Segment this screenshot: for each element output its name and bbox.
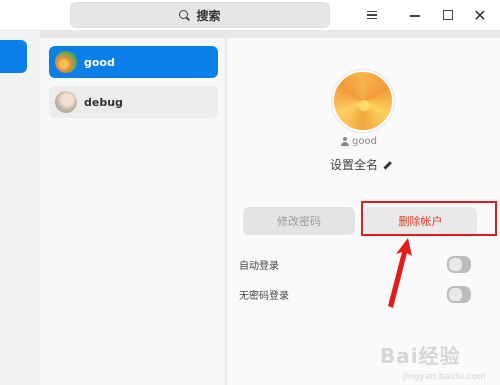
account-name: good: [352, 136, 377, 147]
watermark-sub: jingyan.baidu.com: [403, 372, 487, 382]
auto-login-toggle[interactable]: [447, 255, 471, 273]
red-arrow-annotation: [388, 238, 412, 308]
search-box[interactable]: 搜索: [70, 2, 330, 28]
highlight-box: [361, 201, 497, 236]
user-item-good[interactable]: good: [49, 46, 218, 78]
titlebar: 搜索 ✕: [0, 0, 500, 31]
left-nav-selected[interactable]: [0, 40, 27, 73]
pencil-icon[interactable]: [382, 160, 392, 170]
change-password-button[interactable]: 修改密码: [243, 207, 355, 235]
account-name-row: good: [341, 136, 377, 147]
setting-label: 自动登录: [239, 260, 279, 272]
user-item-debug[interactable]: debug: [49, 86, 218, 118]
set-fullname[interactable]: 设置全名: [330, 156, 392, 173]
left-nav-strip: [0, 30, 40, 385]
user-name: good: [84, 55, 115, 69]
search-icon: [179, 9, 190, 21]
avatar: [55, 51, 77, 73]
setting-auto-login: 自动登录: [233, 251, 485, 277]
maximize-icon[interactable]: [438, 5, 458, 25]
watermark: Bai经验: [380, 344, 461, 368]
setting-label: 无密码登录: [239, 290, 289, 302]
setting-passwordless-login: 无密码登录: [233, 281, 485, 307]
passwordless-login-toggle[interactable]: [447, 285, 471, 303]
user-name: debug: [84, 95, 123, 109]
minimize-icon[interactable]: [405, 5, 425, 25]
account-avatar[interactable]: [332, 70, 394, 132]
person-icon: [341, 137, 349, 146]
close-icon[interactable]: ✕: [470, 5, 490, 25]
avatar: [55, 91, 77, 113]
search-label: 搜索: [196, 8, 221, 23]
menu-icon[interactable]: [362, 5, 382, 25]
set-fullname-label: 设置全名: [330, 158, 379, 172]
